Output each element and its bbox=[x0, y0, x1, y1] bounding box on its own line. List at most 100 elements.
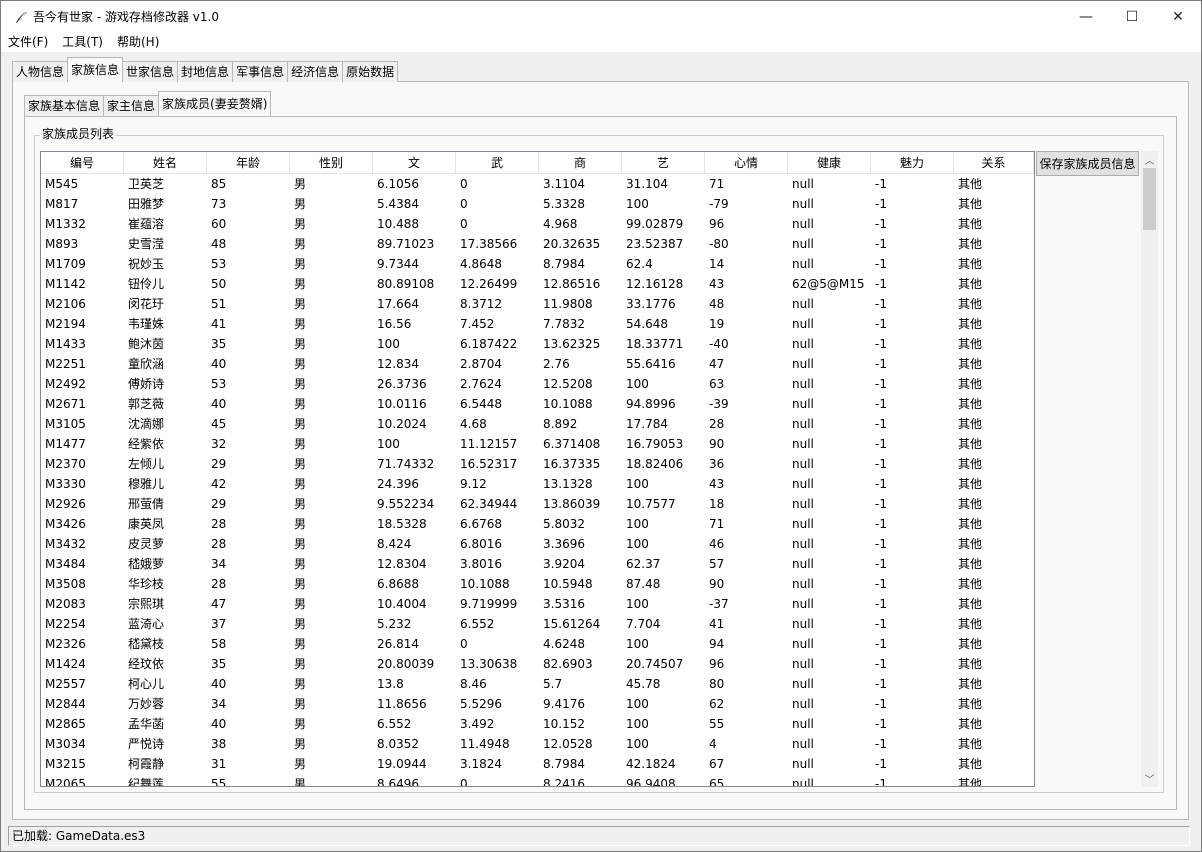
menu-help[interactable]: 帮助(H) bbox=[110, 32, 166, 52]
table-cell: 6.1056 bbox=[377, 177, 419, 191]
table-row[interactable]: M2326 嵇黛枝 58 男 26.814 0 4.6248 100 94 null -1 其他 bbox=[41, 634, 1034, 654]
table-row[interactable]: M817 田雅梦 73 男 5.4384 0 5.3328 100 -79 null -1 其他 bbox=[41, 194, 1034, 214]
table-row[interactable]: M1433 鲍沐茵 35 男 100 6.187422 13.62325 18.33771 -4… bbox=[41, 334, 1034, 354]
table-row[interactable]: M3426 康英凤 28 男 18.5328 6.6768 5.8032 100 71 null -… bbox=[41, 514, 1034, 534]
table-row[interactable]: M3484 嵇娥萝 34 男 12.8304 3.8016 3.9204 62.37 57 nul… bbox=[41, 554, 1034, 574]
table-cell: 94 bbox=[709, 637, 725, 651]
table-cell: 男 bbox=[294, 377, 307, 391]
column-header[interactable]: 健康 bbox=[788, 152, 871, 174]
table-row[interactable]: M1709 祝妙玉 53 男 9.7344 4.8648 8.7984 62.4 14 null -… bbox=[41, 254, 1034, 274]
tab-raw-data[interactable]: 原始数据 bbox=[342, 61, 399, 82]
table-cell: null bbox=[792, 317, 814, 331]
column-header[interactable]: 编号 bbox=[41, 152, 124, 174]
column-header[interactable]: 艺 bbox=[622, 152, 705, 174]
table-cell: 18 bbox=[709, 497, 725, 511]
tab-family-head[interactable]: 家主信息 bbox=[103, 95, 160, 116]
minimize-button[interactable]: — bbox=[1063, 1, 1109, 32]
close-button[interactable]: ✕ bbox=[1155, 1, 1201, 32]
table-cell: 99.02879 bbox=[626, 217, 684, 231]
table-cell: -1 bbox=[875, 717, 887, 731]
table-cell: 6.187422 bbox=[460, 337, 518, 351]
table-cell: 41 bbox=[709, 617, 725, 631]
table-row[interactable]: M2065 纪舞莲 55 男 8.6496 0 8.2416 96.9408 65 null -1 其… bbox=[41, 774, 1034, 786]
table-row[interactable]: M545 卫英芝 85 男 6.1056 0 3.1104 31.104 71 null -1 其他 bbox=[41, 174, 1034, 194]
table-row[interactable]: M1142 钮伶儿 50 男 80.89108 12.26499 12.86516 12.16… bbox=[41, 274, 1034, 294]
table-cell: 48 bbox=[211, 237, 227, 251]
tab-character-info[interactable]: 人物信息 bbox=[12, 61, 69, 82]
table-row[interactable]: M3034 严悦诗 38 男 8.0352 11.4948 12.0528 100 4 null -… bbox=[41, 734, 1034, 754]
table-cell: 34 bbox=[211, 697, 227, 711]
table-row[interactable]: M2844 万妙蓉 34 男 11.8656 5.5296 9.4176 100 62 null -… bbox=[41, 694, 1034, 714]
table-cell: 史雪滢 bbox=[128, 237, 165, 251]
table-cell: M545 bbox=[45, 177, 79, 191]
tab-family-info[interactable]: 家族信息 bbox=[67, 57, 124, 82]
table-cell: 11.9808 bbox=[543, 297, 593, 311]
table-row[interactable]: M2083 宗熙琪 47 男 10.4004 9.719999 3.5316 100 -37 nu… bbox=[41, 594, 1034, 614]
table-cell: 45.78 bbox=[626, 677, 661, 691]
column-header[interactable]: 商 bbox=[539, 152, 622, 174]
scroll-down-icon[interactable]: ﹀ bbox=[1141, 770, 1158, 787]
table-row[interactable]: M2926 邢萤倩 29 男 9.552234 62.34944 13.86039 10.75… bbox=[41, 494, 1034, 514]
tab-family-members[interactable]: 家族成员(妻妾赘婿) bbox=[158, 91, 272, 116]
tab-family-basic[interactable]: 家族基本信息 bbox=[24, 95, 105, 116]
table-cell: 男 bbox=[294, 757, 307, 771]
table-row[interactable]: M1477 经紫依 32 男 100 11.12157 6.371408 16.79053 90… bbox=[41, 434, 1034, 454]
column-header[interactable]: 武 bbox=[456, 152, 539, 174]
table-cell: -80 bbox=[709, 237, 729, 251]
table-row[interactable]: M2492 傅娇诗 53 男 26.3736 2.7624 12.5208 100 63 null… bbox=[41, 374, 1034, 394]
tab-clan-info[interactable]: 世家信息 bbox=[122, 61, 179, 82]
table-row[interactable]: M2865 孟华菡 40 男 6.552 3.492 10.152 100 55 null -1 其他 bbox=[41, 714, 1034, 734]
save-members-button[interactable]: 保存家族成员信息 bbox=[1036, 151, 1139, 176]
table-cell: 5.7 bbox=[543, 677, 563, 691]
table-cell: 58 bbox=[211, 637, 227, 651]
table-row[interactable]: M3330 穆雅儿 42 男 24.396 9.12 13.1328 100 43 null -1 其… bbox=[41, 474, 1034, 494]
table-cell: 48 bbox=[709, 297, 725, 311]
table-row[interactable]: M2671 郭芝薇 40 男 10.0116 6.5448 10.1088 94.8996 -3… bbox=[41, 394, 1034, 414]
table-row[interactable]: M2557 柯心儿 40 男 13.8 8.46 5.7 45.78 80 null -1 其他 bbox=[41, 674, 1034, 694]
tab-fief-info[interactable]: 封地信息 bbox=[177, 61, 234, 82]
table-cell: 34 bbox=[211, 557, 227, 571]
tab-economy-info[interactable]: 经济信息 bbox=[287, 61, 344, 82]
column-header[interactable]: 性别 bbox=[290, 152, 373, 174]
column-header[interactable]: 文 bbox=[373, 152, 456, 174]
menu-file[interactable]: 文件(F) bbox=[1, 32, 55, 52]
table-body: M545 卫英芝 85 男 6.1056 0 3.1104 31.104 71 null -1 其他 M… bbox=[41, 174, 1034, 786]
column-header[interactable]: 魅力 bbox=[871, 152, 954, 174]
table-cell: M817 bbox=[45, 197, 79, 211]
table-cell: -1 bbox=[875, 377, 887, 391]
table-cell: -1 bbox=[875, 757, 887, 771]
table-row[interactable]: M2194 韦瑾姝 41 男 16.56 7.452 7.7832 54.648 19 null -… bbox=[41, 314, 1034, 334]
table-cell: 3.3696 bbox=[543, 537, 585, 551]
table-row[interactable]: M3105 沈滴娜 45 男 10.2024 4.68 8.892 17.784 28 null -… bbox=[41, 414, 1034, 434]
menu-tools[interactable]: 工具(T) bbox=[55, 32, 110, 52]
table-cell: 55.6416 bbox=[626, 357, 676, 371]
maximize-button[interactable]: ☐ bbox=[1109, 1, 1155, 32]
table-cell: 10.488 bbox=[377, 217, 419, 231]
table-row[interactable]: M2370 左倾儿 29 男 71.74332 16.52317 16.37335 18.82… bbox=[41, 454, 1034, 474]
column-header[interactable]: 关系 bbox=[954, 152, 1034, 174]
table-row[interactable]: M1424 经玟依 35 男 20.80039 13.30638 82.6903 20.745… bbox=[41, 654, 1034, 674]
vertical-scrollbar[interactable]: ︿ ﹀ bbox=[1141, 151, 1158, 787]
column-header[interactable]: 年龄 bbox=[207, 152, 290, 174]
scroll-up-icon[interactable]: ︿ bbox=[1141, 151, 1158, 168]
table-row[interactable]: M2251 童欣涵 40 男 12.834 2.8704 2.76 55.6416 47 null… bbox=[41, 354, 1034, 374]
table-row[interactable]: M893 史雪滢 48 男 89.71023 17.38566 20.32635 23.523… bbox=[41, 234, 1034, 254]
column-header[interactable]: 姓名 bbox=[124, 152, 207, 174]
table-row[interactable]: M3215 柯霞静 31 男 19.0944 3.1824 8.7984 42.1824 67 n… bbox=[41, 754, 1034, 774]
table-row[interactable]: M3508 华珍枝 28 男 6.8688 10.1088 10.5948 87.48 90 nu… bbox=[41, 574, 1034, 594]
table-row[interactable]: M2254 蓝渏心 37 男 5.232 6.552 15.61264 7.704 41 null… bbox=[41, 614, 1034, 634]
scroll-thumb[interactable] bbox=[1143, 168, 1156, 230]
table-cell: 经紫依 bbox=[128, 437, 165, 451]
table-cell: 男 bbox=[294, 437, 307, 451]
table-row[interactable]: M2106 闵花玗 51 男 17.664 8.3712 11.9808 33.1776 48 n… bbox=[41, 294, 1034, 314]
table-cell: M3432 bbox=[45, 537, 86, 551]
tab-military-info[interactable]: 军事信息 bbox=[232, 61, 289, 82]
table-cell: 9.719999 bbox=[460, 597, 518, 611]
table-row[interactable]: M1332 崔蕴溶 60 男 10.488 0 4.968 99.02879 96 null -1 其… bbox=[41, 214, 1034, 234]
table-cell: 100 bbox=[626, 517, 649, 531]
column-header[interactable]: 心情 bbox=[705, 152, 788, 174]
member-table[interactable]: 编号 姓名 年龄 性别文武商艺心情 健康 魅力 关系 M545 卫英芝 85 男 6.1056 0 3.… bbox=[40, 151, 1035, 787]
table-cell: 11.4948 bbox=[460, 737, 510, 751]
table-row[interactable]: M3432 皮灵萝 28 男 8.424 6.8016 3.3696 100 46 null -1 其… bbox=[41, 534, 1034, 554]
table-cell: 其他 bbox=[958, 637, 983, 651]
